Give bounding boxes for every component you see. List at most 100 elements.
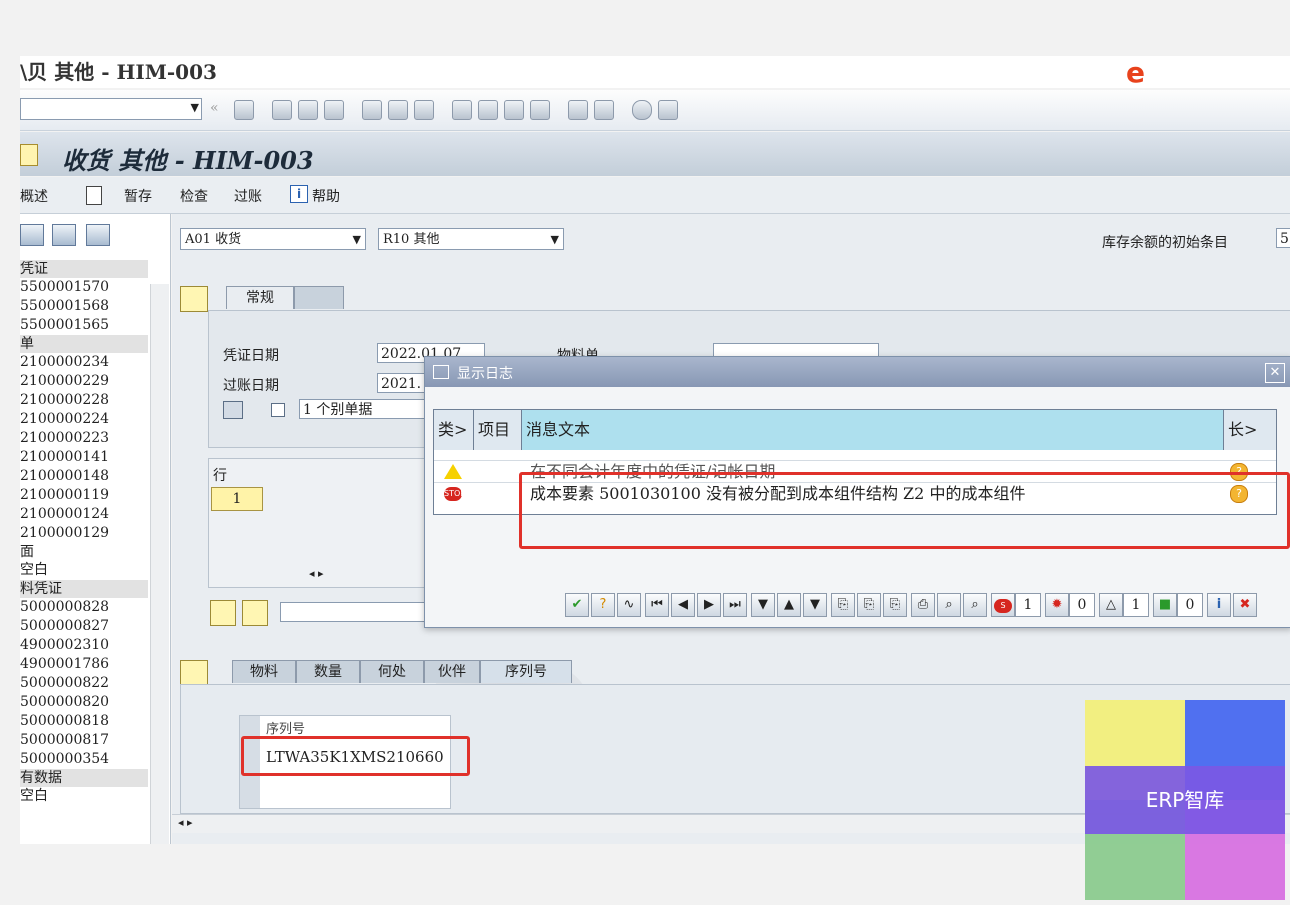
filter-icon[interactable] — [242, 600, 268, 626]
sort-desc-icon[interactable]: ▼ — [803, 593, 827, 617]
filter-icon[interactable]: ▼ — [751, 593, 775, 617]
scroll-arrows-icon[interactable]: ◂ ▸ — [178, 816, 193, 829]
print-icon[interactable] — [362, 100, 382, 120]
chevron-down-icon[interactable]: ▼ — [353, 229, 361, 251]
next-page-icon[interactable] — [504, 100, 524, 120]
success-filter-icon[interactable]: ■ — [1153, 593, 1177, 617]
close-icon[interactable]: ✕ — [1265, 363, 1285, 383]
list-item[interactable]: 2100000119 — [20, 486, 148, 505]
list-item[interactable]: 2100000124 — [20, 505, 148, 524]
export-icon[interactable]: ⎘ — [831, 593, 855, 617]
list-item[interactable]: 5000000820 — [20, 693, 148, 712]
back-icon[interactable] — [272, 100, 292, 120]
find-icon[interactable] — [388, 100, 408, 120]
transaction-select[interactable]: A01 收货 ▼ — [180, 228, 366, 250]
next-icon[interactable]: ▶ — [697, 593, 721, 617]
find-icon[interactable]: ⌕ — [937, 593, 961, 617]
nav-scrollbar[interactable] — [150, 284, 169, 844]
layout-icon[interactable] — [658, 100, 678, 120]
sort-asc-icon[interactable]: ▲ — [777, 593, 801, 617]
print-icon[interactable]: ⎙ — [911, 593, 935, 617]
list-item[interactable]: 2100000229 — [20, 372, 148, 391]
chevron-down-icon[interactable]: ▼ — [191, 101, 199, 114]
list-item[interactable]: 5000000354 — [20, 750, 148, 769]
list-item[interactable]: 5000000818 — [20, 712, 148, 731]
first-page-icon[interactable] — [452, 100, 472, 120]
upload-icon[interactable] — [210, 600, 236, 626]
list-item[interactable]: 5000000817 — [20, 731, 148, 750]
movement-select[interactable]: R10 其他 ▼ — [378, 228, 564, 250]
new-session-icon[interactable] — [568, 100, 588, 120]
new-document-icon[interactable] — [86, 186, 102, 205]
list-item[interactable]: 4900002310 — [20, 636, 148, 655]
list-item[interactable]: 2100000129 — [20, 524, 148, 543]
initial-entry-field[interactable]: 5 — [1276, 228, 1290, 248]
command-field[interactable]: ▼ — [20, 98, 202, 120]
chevron-down-icon[interactable]: ▼ — [551, 229, 559, 251]
list-item[interactable]: 空白 — [20, 787, 148, 806]
last-icon[interactable]: ⏭ — [723, 593, 747, 617]
hold-button[interactable]: 暂存 — [124, 186, 152, 206]
copy-icon[interactable]: ⎘ — [857, 593, 881, 617]
list-item[interactable]: 5000000827 — [20, 617, 148, 636]
cancel-icon[interactable]: ✖ — [1233, 593, 1257, 617]
collapse-icon[interactable]: « — [210, 100, 219, 116]
tab-general[interactable]: 常规 — [226, 286, 294, 309]
col-long-header[interactable]: 长> — [1224, 410, 1276, 450]
list-item[interactable]: 5000000828 — [20, 598, 148, 617]
tab-partner[interactable]: 伙伴 — [424, 660, 480, 683]
list-item[interactable]: 2100000141 — [20, 448, 148, 467]
list-item[interactable]: 2100000228 — [20, 391, 148, 410]
stop-filter-icon[interactable]: S — [991, 593, 1015, 617]
info-icon[interactable]: i — [290, 185, 308, 203]
close-panel-icon[interactable] — [86, 224, 110, 246]
overview-button[interactable]: 概述 — [20, 186, 48, 206]
help-button[interactable]: 帮助 — [312, 186, 340, 206]
item-search-field[interactable] — [280, 602, 430, 622]
col-type-header[interactable]: 类> — [434, 410, 474, 450]
col-msg-header[interactable]: 消息文本 — [522, 410, 1224, 450]
header-toggle-icon[interactable] — [180, 286, 208, 312]
delete-icon[interactable] — [52, 224, 76, 246]
prev-icon[interactable]: ◀ — [671, 593, 695, 617]
list-item[interactable]: 5500001568 — [20, 297, 148, 316]
tab-where[interactable]: 何处 — [360, 660, 424, 683]
detail-toggle-icon[interactable] — [180, 660, 208, 686]
table-row[interactable]: 1 — [211, 487, 263, 511]
shortcut-icon[interactable] — [594, 100, 614, 120]
last-page-icon[interactable] — [530, 100, 550, 120]
list-item[interactable]: 2100000234 — [20, 353, 148, 372]
exit-icon[interactable] — [298, 100, 318, 120]
expand-icon[interactable] — [20, 224, 44, 246]
save-icon[interactable] — [234, 100, 254, 120]
list-item[interactable]: 5500001570 — [20, 278, 148, 297]
tab-serial[interactable]: 序列号 — [480, 660, 572, 683]
print-checkbox[interactable] — [271, 403, 285, 417]
post-button[interactable]: 过账 — [234, 186, 262, 206]
list-item[interactable]: 5500001565 — [20, 316, 148, 335]
list-item[interactable]: 2100000148 — [20, 467, 148, 486]
paste-icon[interactable]: ⎘ — [883, 593, 907, 617]
printer-icon[interactable] — [223, 401, 243, 419]
cancel-icon[interactable] — [324, 100, 344, 120]
check-button[interactable]: 检查 — [180, 186, 208, 206]
error-filter-icon[interactable]: ✹ — [1045, 593, 1069, 617]
list-item[interactable]: 2100000223 — [20, 429, 148, 448]
list-item[interactable]: 空白 — [20, 561, 148, 580]
find-next-icon[interactable]: ⌕ — [963, 593, 987, 617]
find-next-icon[interactable] — [414, 100, 434, 120]
help-icon[interactable]: ? — [591, 593, 615, 617]
list-item[interactable]: 4900001786 — [20, 655, 148, 674]
help-icon[interactable] — [632, 100, 652, 120]
warning-filter-icon[interactable]: △ — [1099, 593, 1123, 617]
confirm-icon[interactable]: ✔ — [565, 593, 589, 617]
list-item[interactable]: 2100000224 — [20, 410, 148, 429]
info-icon[interactable]: i — [1207, 593, 1231, 617]
tab-partner-icon[interactable] — [294, 286, 344, 309]
table-scroll-arrows[interactable]: ◂ ▸ — [309, 567, 324, 580]
list-item[interactable]: 5000000822 — [20, 674, 148, 693]
tab-material[interactable]: 物料 — [232, 660, 296, 683]
slip-select[interactable]: 1 个别单据 — [299, 399, 429, 419]
prev-page-icon[interactable] — [478, 100, 498, 120]
first-icon[interactable]: ⏮ — [645, 593, 669, 617]
